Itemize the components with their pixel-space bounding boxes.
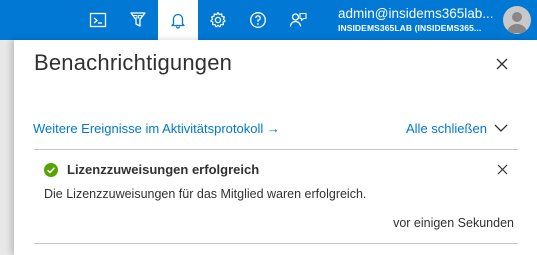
panel-title: Benachrichtigungen (34, 50, 233, 75)
help-icon (250, 12, 266, 28)
close-panel-icon[interactable] (494, 56, 510, 72)
avatar[interactable] (503, 6, 531, 34)
directory-filter-icon (130, 12, 146, 27)
notifications-panel: Benachrichtigungen Weitere Ereignisse im… (14, 40, 537, 255)
directory-filter-button[interactable] (118, 0, 158, 40)
activity-log-link[interactable]: Weitere Ereignisse im Aktivitätsprotokol… (33, 121, 280, 136)
notifications-button[interactable] (158, 0, 198, 40)
notification-message: Die Lizenzzuweisungen für das Mitglied w… (44, 187, 367, 201)
success-check-icon (44, 163, 58, 177)
notification-title: Lizenzzuweisungen erfolgreich (67, 162, 260, 177)
divider (34, 243, 518, 244)
feedback-button[interactable] (278, 0, 318, 40)
settings-gear-icon (210, 11, 226, 28)
close-notification-icon[interactable] (497, 164, 508, 175)
dismiss-all-button[interactable]: Alle schließen (406, 121, 487, 136)
account-directory: INSIDEMS365LAB (INSIDEMS365... (338, 23, 482, 33)
notifications-bell-icon (171, 13, 185, 29)
notification-timestamp: vor einigen Sekunden (393, 216, 514, 230)
divider (34, 149, 518, 150)
cloud-shell-button[interactable] (78, 0, 118, 40)
top-bar: admin@insidems365lab... INSIDEMS365LAB (… (0, 0, 537, 40)
chevron-down-icon[interactable] (494, 123, 508, 133)
help-button[interactable] (238, 0, 278, 40)
account-info[interactable]: admin@insidems365lab... INSIDEMS365LAB (… (338, 5, 498, 35)
cloud-shell-icon (89, 12, 107, 28)
feedback-icon (289, 12, 307, 27)
settings-button[interactable] (198, 0, 238, 40)
user-avatar-icon (507, 12, 527, 33)
account-name: admin@insidems365lab... (338, 6, 494, 21)
